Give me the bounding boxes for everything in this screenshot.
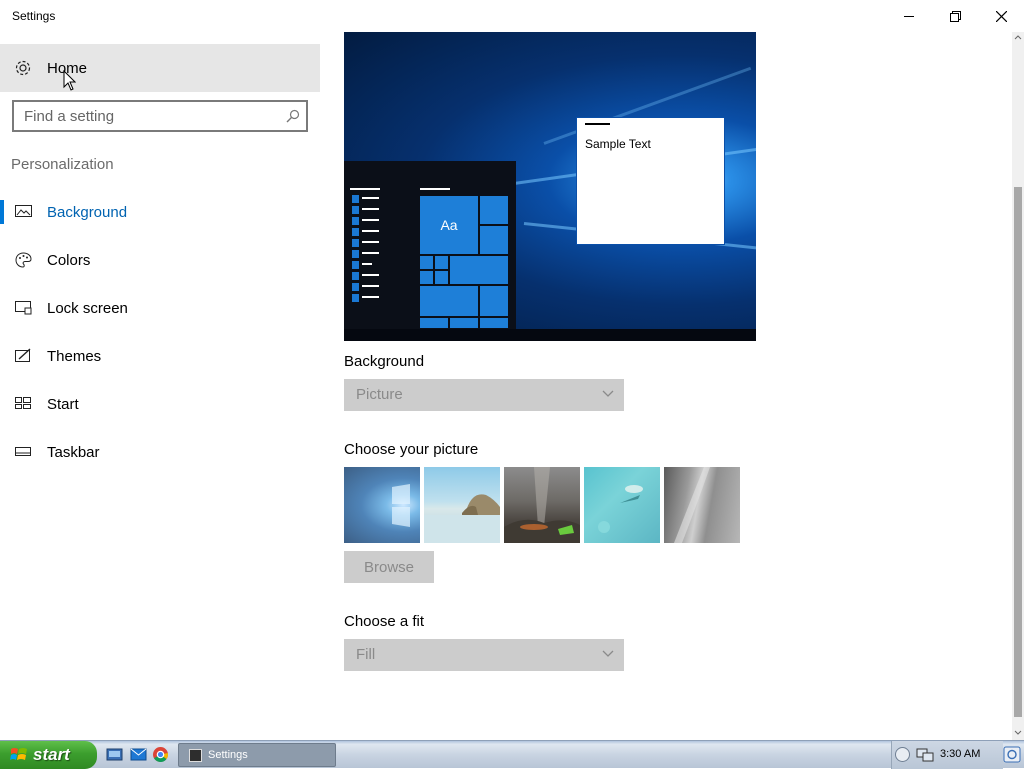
sidebar-item-label: Background: [47, 204, 128, 221]
sidebar-item-themes[interactable]: Themes: [0, 332, 320, 380]
fit-value: Fill: [356, 646, 376, 663]
restore-button[interactable]: [932, 0, 978, 32]
background-label: Background: [344, 353, 425, 370]
preview-tile: Aa: [419, 195, 479, 255]
themes-icon: [15, 348, 32, 368]
settings-app-icon: [189, 749, 202, 762]
sidebar-item-label: Taskbar: [47, 444, 100, 461]
close-button[interactable]: [978, 0, 1024, 32]
fit-dropdown[interactable]: Fill: [344, 639, 624, 671]
search-box[interactable]: [12, 100, 308, 132]
vertical-scrollbar[interactable]: [1012, 32, 1024, 740]
section-heading: Personalization: [11, 156, 114, 173]
browse-button[interactable]: Browse: [344, 551, 434, 583]
minimize-button[interactable]: [886, 0, 932, 32]
system-tray: 3:30 AM: [891, 741, 1003, 769]
home-nav-item[interactable]: Home: [0, 44, 320, 92]
thumbnail-image: [392, 484, 410, 527]
os-taskbar: start Settings 3:30 AM: [0, 740, 1024, 769]
start-menu-preview: Aa: [344, 161, 516, 329]
choose-picture-label: Choose your picture: [344, 441, 479, 458]
background-value: Picture: [356, 386, 403, 403]
windows-logo-icon: [10, 748, 27, 760]
close-icon: [995, 10, 1007, 22]
start-button[interactable]: start: [0, 741, 97, 769]
palette-icon: [15, 252, 32, 273]
thumbnail-image: [674, 467, 710, 543]
picture-thumbnail-underwater[interactable]: [584, 467, 660, 543]
sample-window: Sample Text: [576, 117, 725, 245]
gear-icon: [14, 59, 32, 82]
settings-window: Settings Home Personalization Background: [0, 0, 1024, 740]
picture-thumbnail-rock[interactable]: [664, 467, 740, 543]
sidebar-item-label: Colors: [47, 252, 91, 269]
show-desktop-icon[interactable]: [106, 746, 123, 763]
task-label: Settings: [208, 749, 248, 761]
background-dropdown[interactable]: Picture: [344, 379, 624, 411]
title-bar: Settings: [0, 0, 1024, 32]
thumbnail-image: [424, 494, 500, 543]
sidebar-item-lock-screen[interactable]: Lock screen: [0, 284, 320, 332]
picture-thumbnail-beach[interactable]: [424, 467, 500, 543]
sidebar-item-start[interactable]: Start: [0, 380, 320, 428]
sidebar-item-background[interactable]: Background: [0, 188, 320, 236]
preview-taskbar: [344, 329, 756, 341]
sidebar-item-label: Start: [47, 396, 79, 413]
scrollbar-thumb[interactable]: [1014, 187, 1022, 717]
picture-thumbnail-windows[interactable]: [344, 467, 420, 543]
thumbnail-image: [504, 467, 580, 543]
sidebar-item-label: Themes: [47, 348, 102, 365]
sample-text: Sample Text: [585, 137, 651, 151]
window-title: Settings: [12, 9, 56, 23]
thumbnail-image: [598, 485, 643, 533]
sidebar-item-label: Lock screen: [47, 300, 128, 317]
scroll-up-icon[interactable]: [1014, 34, 1022, 40]
taskbar-icon: [15, 444, 32, 463]
choose-fit-label: Choose a fit: [344, 613, 425, 630]
selection-indicator: [0, 200, 4, 224]
mouse-cursor-icon: [63, 70, 76, 91]
minimize-icon: [904, 16, 914, 17]
taskbar-button-settings[interactable]: Settings: [178, 743, 336, 767]
network-icon[interactable]: [916, 747, 934, 763]
sidebar-item-taskbar[interactable]: Taskbar: [0, 428, 320, 476]
desktop-preview: Aa Sample Text: [344, 32, 756, 341]
outlook-icon[interactable]: [130, 746, 147, 763]
start-icon: [15, 396, 32, 415]
notification-icon[interactable]: [1003, 745, 1021, 764]
search-input[interactable]: [24, 107, 274, 125]
chevron-down-icon: [602, 650, 614, 657]
picture-icon: [15, 204, 32, 223]
scroll-down-icon[interactable]: [1014, 730, 1022, 736]
restore-icon: [949, 10, 961, 22]
sidebar-item-colors[interactable]: Colors: [0, 236, 320, 284]
chevron-down-icon: [602, 390, 614, 397]
lock-screen-icon: [15, 300, 32, 320]
tray-expand-icon[interactable]: [895, 747, 910, 762]
search-icon[interactable]: [286, 109, 300, 128]
clock[interactable]: 3:30 AM: [940, 748, 980, 760]
chrome-icon[interactable]: [152, 746, 169, 763]
picture-thumbnail-night-sky[interactable]: [504, 467, 580, 543]
start-label: start: [33, 745, 70, 764]
